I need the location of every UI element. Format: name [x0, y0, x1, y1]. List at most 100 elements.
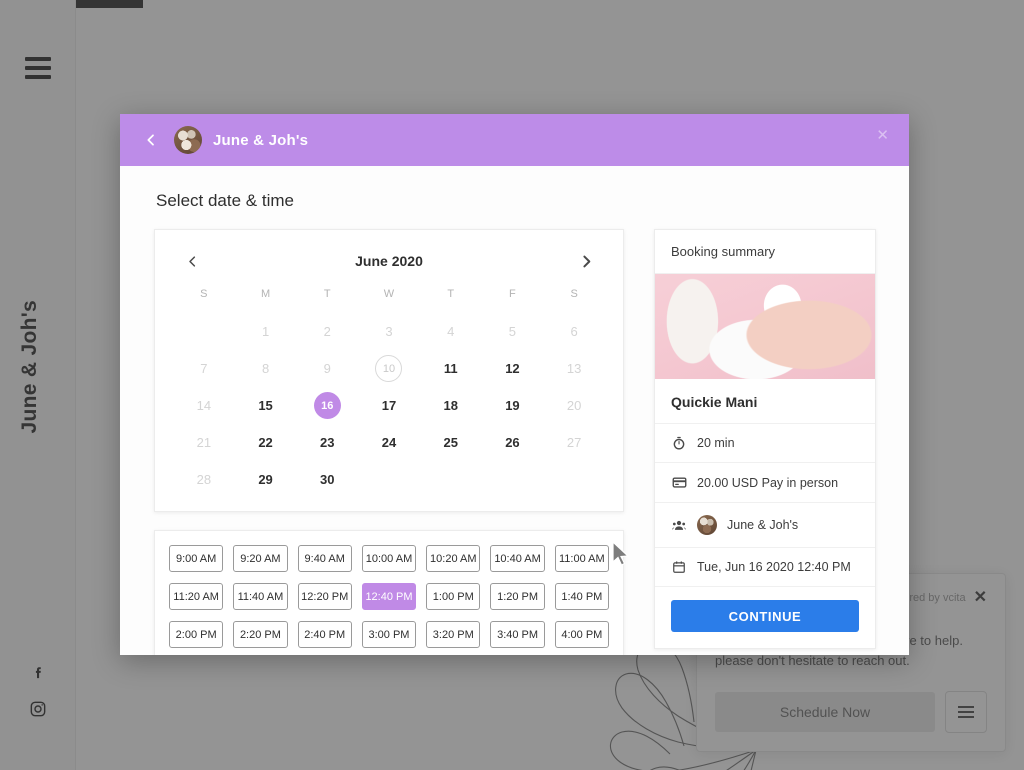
calendar-day-1: 1: [235, 316, 297, 347]
calendar-day-number: 19: [505, 398, 520, 413]
booking-summary-footer: CONTINUE: [655, 586, 875, 648]
calendar-day-number: 18: [443, 398, 458, 413]
calendar-day-number: 26: [505, 435, 520, 450]
calendar-day-30[interactable]: 30: [296, 464, 358, 495]
time-slot[interactable]: 10:20 AM: [426, 545, 481, 572]
business-avatar: [174, 126, 202, 154]
calendar-day-number: 16: [313, 392, 341, 419]
time-slot[interactable]: 12:40 PM: [361, 583, 417, 610]
calendar-day-17[interactable]: 17: [358, 390, 420, 421]
calendar-next-month-button[interactable]: [573, 248, 599, 274]
calendar-day-6: 6: [543, 316, 605, 347]
calendar-day-23[interactable]: 23: [296, 427, 358, 458]
booking-summary-row: June & Joh's: [655, 502, 875, 547]
time-slot[interactable]: 3:40 PM: [490, 621, 545, 648]
time-slot[interactable]: 10:40 AM: [490, 545, 545, 572]
time-slot[interactable]: 1:40 PM: [554, 583, 609, 610]
calendar-day-26[interactable]: 26: [482, 427, 544, 458]
calendar-prev-month-button[interactable]: [179, 248, 205, 274]
modal-columns: June 2020 S M T W T F S 1 2 3 4 5 6 7 8 9 10 11 12 13 14 15 16…: [154, 229, 876, 655]
calendar-day-number: 7: [200, 361, 208, 376]
time-slot[interactable]: 2:20 PM: [233, 621, 288, 648]
time-slot[interactable]: 9:40 AM: [297, 545, 352, 572]
time-slot[interactable]: 9:20 AM: [233, 545, 288, 572]
payment-card-icon: [671, 475, 687, 490]
booking-summary-row: 20.00 USD Pay in person: [655, 462, 875, 502]
calendar-day-number: 23: [320, 435, 335, 450]
booking-summary-row-text: Tue, Jun 16 2020 12:40 PM: [697, 560, 851, 574]
continue-button[interactable]: CONTINUE: [671, 600, 859, 632]
calendar-day-2: 2: [296, 316, 358, 347]
time-slot[interactable]: 11:20 AM: [169, 583, 224, 610]
calendar-day-7: 7: [173, 353, 235, 384]
time-slot[interactable]: 3:20 PM: [426, 621, 481, 648]
calendar-month-label: June 2020: [355, 253, 423, 269]
time-slot[interactable]: 1:00 PM: [426, 583, 481, 610]
calendar-day-header: W: [383, 288, 395, 300]
calendar-day-header: T: [447, 288, 455, 300]
calendar-day-number: 4: [447, 324, 455, 339]
booking-summary-row: Tue, Jun 16 2020 12:40 PM: [655, 547, 875, 586]
calendar-day-number: 25: [443, 435, 458, 450]
booking-summary-rows: 20 min 20.00 USD Pay in person June & Joh'…: [655, 423, 875, 586]
calendar-day-10[interactable]: 10: [358, 353, 420, 384]
calendar-day-number: 17: [381, 398, 397, 413]
calendar-day-12[interactable]: 12: [482, 353, 544, 384]
calendar-day-19[interactable]: 19: [482, 390, 544, 421]
calendar-day-24[interactable]: 24: [358, 427, 420, 458]
modal-title: June & Joh's: [213, 131, 309, 149]
service-photo: [655, 274, 875, 379]
close-icon[interactable]: ✕: [876, 128, 889, 143]
booking-summary-card: Booking summary Quickie Mani 20 min 20.00…: [654, 229, 876, 649]
time-slot[interactable]: 10:00 AM: [361, 545, 417, 572]
modal-body: Select date & time June 2020 S M T W T F…: [120, 166, 909, 655]
time-slot[interactable]: 11:40 AM: [233, 583, 288, 610]
booking-summary-heading: Booking summary: [655, 230, 875, 274]
time-slot[interactable]: 1:20 PM: [490, 583, 545, 610]
time-slot[interactable]: 3:00 PM: [361, 621, 417, 648]
calendar-day-29[interactable]: 29: [235, 464, 297, 495]
calendar-day-number: 11: [443, 361, 458, 376]
calendar-day-number: 27: [566, 435, 582, 450]
calendar-day-8: 8: [235, 353, 297, 384]
time-slot[interactable]: 2:00 PM: [169, 621, 224, 648]
calendar-day-16[interactable]: 16: [296, 390, 358, 421]
time-slot[interactable]: 12:20 PM: [297, 583, 352, 610]
calendar-day-number: 22: [258, 435, 273, 450]
calendar-day-number: 12: [505, 361, 520, 376]
modal-header: June & Joh's ✕: [120, 114, 909, 166]
booking-summary-row: 20 min: [655, 423, 875, 462]
calendar-day-header: F: [509, 288, 516, 300]
chevron-left-icon[interactable]: [140, 129, 162, 151]
calendar-day-9: 9: [296, 353, 358, 384]
calendar-day-18[interactable]: 18: [420, 390, 482, 421]
calendar-day-25[interactable]: 25: [420, 427, 482, 458]
time-slot[interactable]: 4:00 PM: [554, 621, 609, 648]
calendar-day-number: 2: [323, 324, 331, 339]
time-slot[interactable]: 11:00 AM: [554, 545, 609, 572]
calendar-day-22[interactable]: 22: [235, 427, 297, 458]
calendar-day-number: 21: [196, 435, 212, 450]
calendar-icon: [671, 560, 687, 574]
time-slots-grid: 9:00 AM 9:20 AM 9:40 AM 10:00 AM 10:20 AM 10:…: [169, 545, 609, 655]
calendar-day-number: 5: [508, 324, 517, 339]
date-time-column: June 2020 S M T W T F S 1 2 3 4 5 6 7 8 9 10 11 12 13 14 15 16…: [154, 229, 624, 655]
calendar-day-number: 20: [566, 398, 582, 413]
time-slot[interactable]: 9:00 AM: [169, 545, 224, 572]
calendar-day-number: 13: [566, 361, 582, 376]
time-slot[interactable]: 2:40 PM: [297, 621, 352, 648]
service-name: Quickie Mani: [671, 394, 758, 410]
calendar-day-11[interactable]: 11: [420, 353, 482, 384]
calendar-day-15[interactable]: 15: [235, 390, 297, 421]
duration-icon: [671, 436, 687, 450]
calendar-card: June 2020 S M T W T F S 1 2 3 4 5 6 7 8 9 10 11 12 13 14 15 16…: [154, 229, 624, 512]
calendar-day-number: 9: [323, 361, 331, 376]
calendar-day-number: 30: [320, 472, 335, 487]
page-root: June & Joh's ✕ Select date & time June 2…: [0, 0, 1024, 770]
calendar-day-20: 20: [543, 390, 605, 421]
time-slots-card: 9:00 AM 9:20 AM 9:40 AM 10:00 AM 10:20 AM 10:…: [154, 530, 624, 655]
calendar-day-header: S: [200, 288, 208, 300]
booking-summary-column: Booking summary Quickie Mani 20 min 20.00…: [654, 229, 876, 649]
calendar-day-header: S: [570, 288, 578, 300]
calendar-grid: S M T W T F S 1 2 3 4 5 6 7 8 9 10 11 12 13 14 15 16 17 18 19 20 21…: [173, 288, 605, 495]
